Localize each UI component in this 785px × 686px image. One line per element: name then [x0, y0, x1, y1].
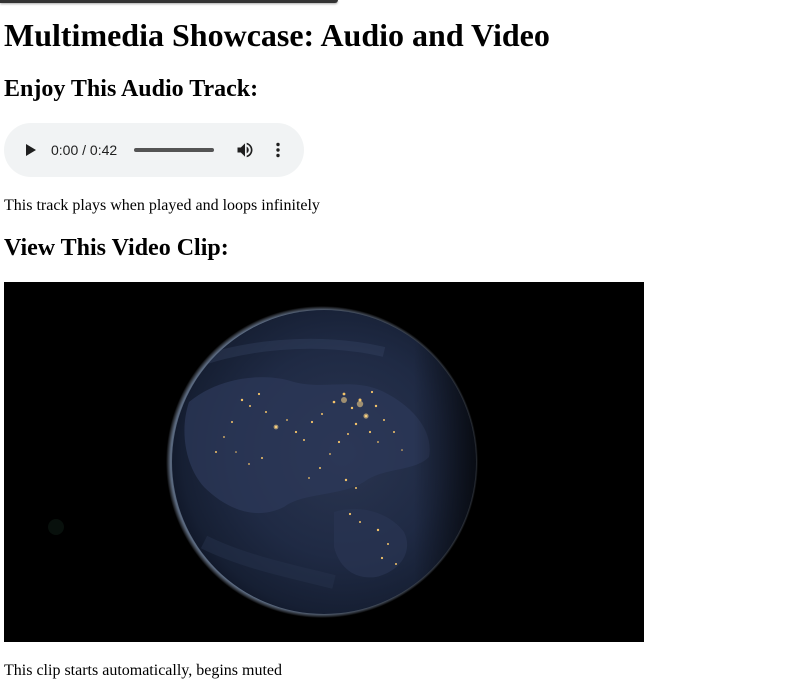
- more-options-icon: [268, 142, 288, 164]
- audio-section-heading: Enjoy This Audio Track:: [4, 76, 259, 102]
- audio-caption: This track plays when played and loops i…: [4, 197, 320, 214]
- video-caption: This clip starts automatically, begins m…: [4, 662, 283, 679]
- page-title: Multimedia Showcase: Audio and Video: [4, 17, 550, 53]
- video-section-heading: View This Video Clip:: [4, 235, 229, 261]
- volume-icon: [235, 142, 255, 164]
- audio-progress-slider[interactable]: [134, 148, 214, 152]
- audio-player[interactable]: 0:00 / 0:42: [4, 123, 304, 177]
- play-button[interactable]: [20, 140, 40, 160]
- video-player[interactable]: [4, 282, 644, 642]
- play-icon: [20, 140, 40, 160]
- audio-progress-track: [134, 148, 214, 152]
- audio-time-display: 0:00 / 0:42: [51, 142, 118, 158]
- earth-at-night-image: [4, 282, 644, 642]
- top-loading-bar: [0, 0, 338, 3]
- more-options-button[interactable]: [268, 140, 288, 160]
- volume-button[interactable]: [235, 140, 255, 160]
